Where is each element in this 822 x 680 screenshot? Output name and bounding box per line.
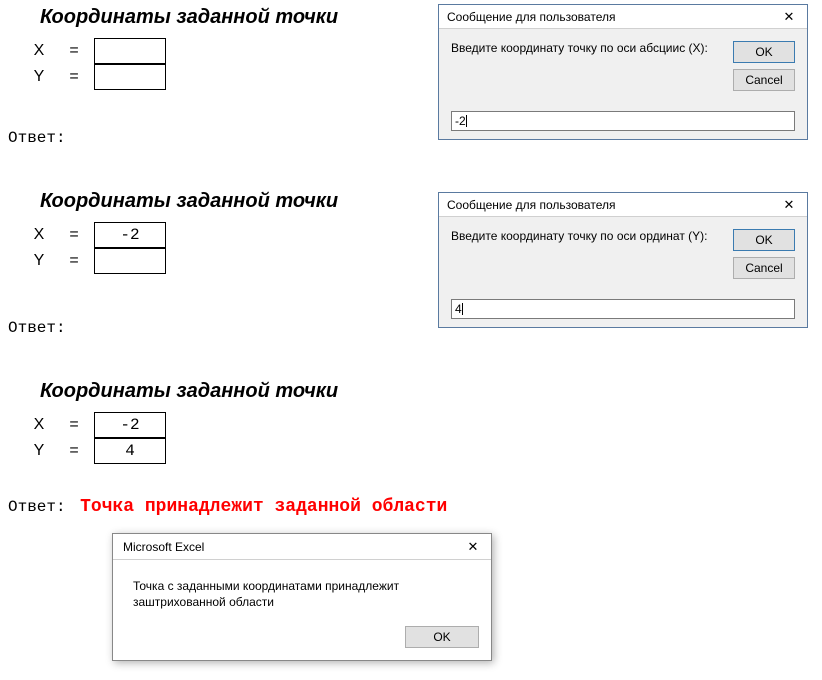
close-icon[interactable]: ✕ bbox=[455, 536, 491, 558]
y-value-cell-3[interactable]: 4 bbox=[94, 438, 166, 464]
y-label-2: Y bbox=[24, 252, 54, 270]
messagebox-title: Microsoft Excel bbox=[123, 540, 204, 554]
y-label-1: Y bbox=[24, 68, 54, 86]
y-value-cell-2[interactable] bbox=[94, 248, 166, 274]
ok-button[interactable]: OK bbox=[733, 41, 795, 63]
x-value-cell-3[interactable]: -2 bbox=[94, 412, 166, 438]
messagebox: Microsoft Excel ✕ Точка с заданными коор… bbox=[112, 533, 492, 661]
answer-label-3: Ответ: bbox=[8, 498, 66, 516]
close-icon[interactable]: ✕ bbox=[771, 6, 807, 28]
messagebox-text: Точка с заданными координатами принадлеж… bbox=[133, 579, 399, 609]
dialog-title-1: Сообщение для пользователя bbox=[447, 10, 615, 24]
dialog-input-1[interactable]: -2 bbox=[451, 111, 795, 131]
input-dialog-1: Сообщение для пользователя ✕ Введите коо… bbox=[438, 4, 808, 140]
cancel-button[interactable]: Cancel bbox=[733, 69, 795, 91]
dialog-title-2: Сообщение для пользователя bbox=[447, 198, 615, 212]
ok-button[interactable]: OK bbox=[405, 626, 479, 648]
eq-label-3x: = bbox=[54, 416, 94, 434]
heading-coordinates-3: Координаты заданной точки bbox=[40, 380, 338, 403]
heading-coordinates-2: Координаты заданной точки bbox=[40, 190, 338, 213]
dialog-input-2[interactable]: 4 bbox=[451, 299, 795, 319]
eq-label-2x: = bbox=[54, 226, 94, 244]
x-label-2: X bbox=[24, 226, 54, 244]
input-dialog-2: Сообщение для пользователя ✕ Введите коо… bbox=[438, 192, 808, 328]
answer-label-2: Ответ: bbox=[8, 319, 66, 337]
y-value-cell-1[interactable] bbox=[94, 64, 166, 90]
eq-label-1y: = bbox=[54, 68, 94, 86]
x-value-cell-1[interactable] bbox=[94, 38, 166, 64]
answer-label-1: Ответ: bbox=[8, 129, 66, 147]
eq-label-2y: = bbox=[54, 252, 94, 270]
eq-label-1x: = bbox=[54, 42, 94, 60]
answer-text-3: Точка принадлежит заданной области bbox=[80, 497, 447, 517]
ok-button[interactable]: OK bbox=[733, 229, 795, 251]
heading-coordinates-1: Координаты заданной точки bbox=[40, 6, 338, 29]
cancel-button[interactable]: Cancel bbox=[733, 257, 795, 279]
dialog-prompt-1: Введите координату точку по оси абсциис … bbox=[451, 41, 708, 55]
dialog-input-value-2: 4 bbox=[455, 302, 462, 316]
x-value-cell-2[interactable]: -2 bbox=[94, 222, 166, 248]
eq-label-3y: = bbox=[54, 442, 94, 460]
x-label-1: X bbox=[24, 42, 54, 60]
dialog-input-value-1: -2 bbox=[455, 114, 466, 128]
dialog-prompt-2: Введите координату точку по оси ординат … bbox=[451, 229, 708, 243]
y-label-3: Y bbox=[24, 442, 54, 460]
x-label-3: X bbox=[24, 416, 54, 434]
close-icon[interactable]: ✕ bbox=[771, 194, 807, 216]
